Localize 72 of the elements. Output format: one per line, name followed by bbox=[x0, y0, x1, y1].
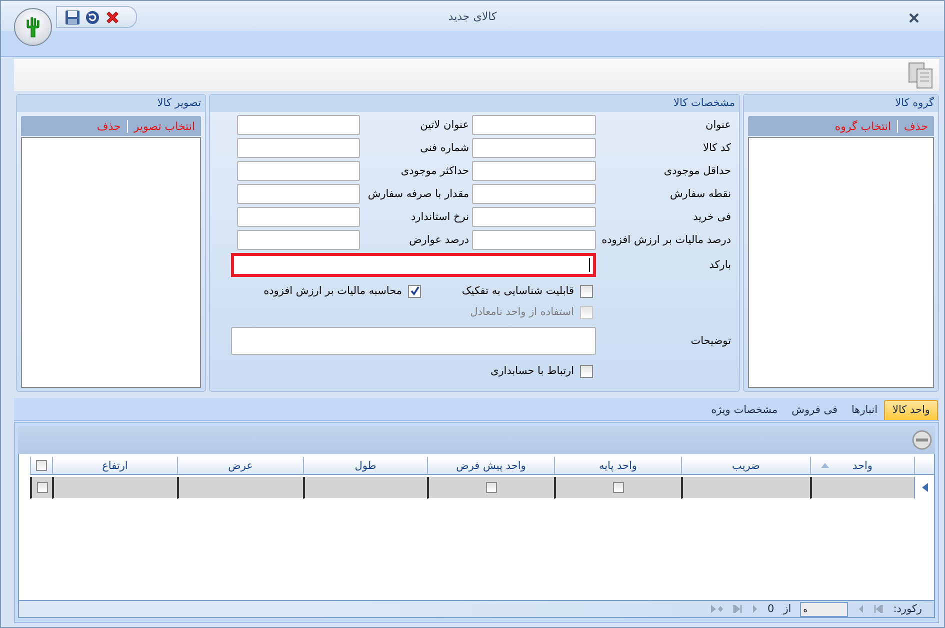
input-field[interactable] bbox=[472, 184, 596, 204]
minus-circle-icon[interactable] bbox=[912, 430, 932, 450]
close-icon[interactable] bbox=[909, 13, 919, 23]
input-field[interactable] bbox=[472, 161, 596, 181]
column-header[interactable]: عرض bbox=[177, 457, 303, 475]
input-field[interactable] bbox=[472, 207, 596, 227]
tab[interactable]: مشخصات ویژه bbox=[704, 401, 785, 420]
column-header[interactable]: ضریب bbox=[681, 457, 810, 475]
checkbox[interactable] bbox=[580, 364, 593, 378]
tab[interactable]: واحد کالا bbox=[884, 400, 938, 420]
input-field[interactable] bbox=[237, 230, 360, 250]
notes-field[interactable] bbox=[231, 327, 596, 355]
column-header[interactable]: واحد پایه bbox=[554, 457, 681, 475]
record-count: 0 bbox=[768, 603, 774, 615]
input-field[interactable] bbox=[472, 115, 596, 135]
pager-text: از bbox=[783, 603, 792, 615]
pager-label: رکورد: bbox=[893, 603, 922, 615]
last-icon[interactable] bbox=[732, 605, 742, 613]
tab[interactable]: انبارها bbox=[844, 401, 884, 420]
first-icon[interactable] bbox=[874, 605, 884, 613]
field-label: عنوان لاتین bbox=[419, 119, 470, 131]
checkbox-label: استفاده از واحد نامعادل bbox=[470, 306, 574, 318]
checkbox-label: ارتباط با حسابداری bbox=[490, 365, 574, 377]
field-label: نقطه سفارش bbox=[668, 188, 732, 200]
input-field[interactable] bbox=[237, 184, 360, 204]
field-label: شماره فنی bbox=[419, 142, 470, 154]
panel-title: مشخصات کالا bbox=[210, 95, 739, 112]
column-header[interactable]: واحد bbox=[810, 457, 914, 475]
input-field[interactable] bbox=[472, 138, 596, 158]
field-label: حداقل موجودی bbox=[662, 165, 732, 177]
input-field[interactable] bbox=[237, 161, 360, 181]
column-header[interactable]: طول bbox=[303, 457, 427, 475]
field-label: درصد مالیات بر ارزش افزوده bbox=[600, 234, 732, 246]
field-label: مقدار با صرفه سفارش bbox=[366, 188, 470, 200]
checkbox[interactable] bbox=[408, 284, 421, 298]
checkbox[interactable] bbox=[486, 482, 497, 493]
next-icon[interactable] bbox=[750, 605, 759, 613]
input-field[interactable] bbox=[237, 138, 360, 158]
barcode-field[interactable] bbox=[231, 253, 596, 277]
record-field[interactable]: ه bbox=[800, 602, 848, 616]
field-label: توضیحات bbox=[690, 335, 732, 347]
input-field[interactable] bbox=[472, 230, 596, 250]
checkbox[interactable] bbox=[36, 460, 47, 471]
documents-icon[interactable] bbox=[907, 61, 935, 89]
delete-icon[interactable] bbox=[105, 10, 120, 24]
field-label: نرخ استاندارد bbox=[410, 211, 470, 223]
field-label: عنوان bbox=[704, 119, 732, 131]
field-label: کد کالا bbox=[702, 142, 732, 154]
input-field[interactable] bbox=[237, 115, 360, 135]
sort-icon bbox=[821, 463, 829, 468]
previous-icon[interactable] bbox=[857, 605, 866, 613]
field-label: بارکد bbox=[708, 259, 732, 271]
panel-title: گروه کالا bbox=[744, 95, 938, 112]
field-label: درصد عوارض bbox=[408, 234, 470, 246]
checkbox[interactable] bbox=[36, 482, 48, 493]
column-header[interactable]: واحد پیش فرض bbox=[427, 457, 554, 475]
window-title: کالای جدید bbox=[448, 10, 497, 22]
input-field[interactable] bbox=[237, 207, 360, 227]
tab[interactable]: فی فروش bbox=[784, 401, 844, 420]
panel-title: تصویر کالا bbox=[17, 95, 205, 112]
field-label: فی خرید bbox=[692, 211, 732, 223]
field-label: حداکثر موجودی bbox=[400, 165, 470, 177]
add-record-icon[interactable] bbox=[710, 605, 723, 613]
row-arrow-icon bbox=[922, 483, 928, 492]
save-icon[interactable] bbox=[65, 10, 80, 24]
checkbox-label: قابلیت شناسایی به تفکیک bbox=[462, 285, 574, 297]
refresh-icon[interactable] bbox=[85, 10, 100, 24]
checkbox-label: محاسبه مالیات بر ارزش افزوده bbox=[264, 285, 402, 297]
app-menu-button[interactable] bbox=[14, 8, 52, 46]
column-header[interactable]: ارتفاع bbox=[52, 457, 177, 475]
checkbox[interactable] bbox=[580, 284, 593, 298]
checkbox[interactable] bbox=[613, 482, 624, 493]
